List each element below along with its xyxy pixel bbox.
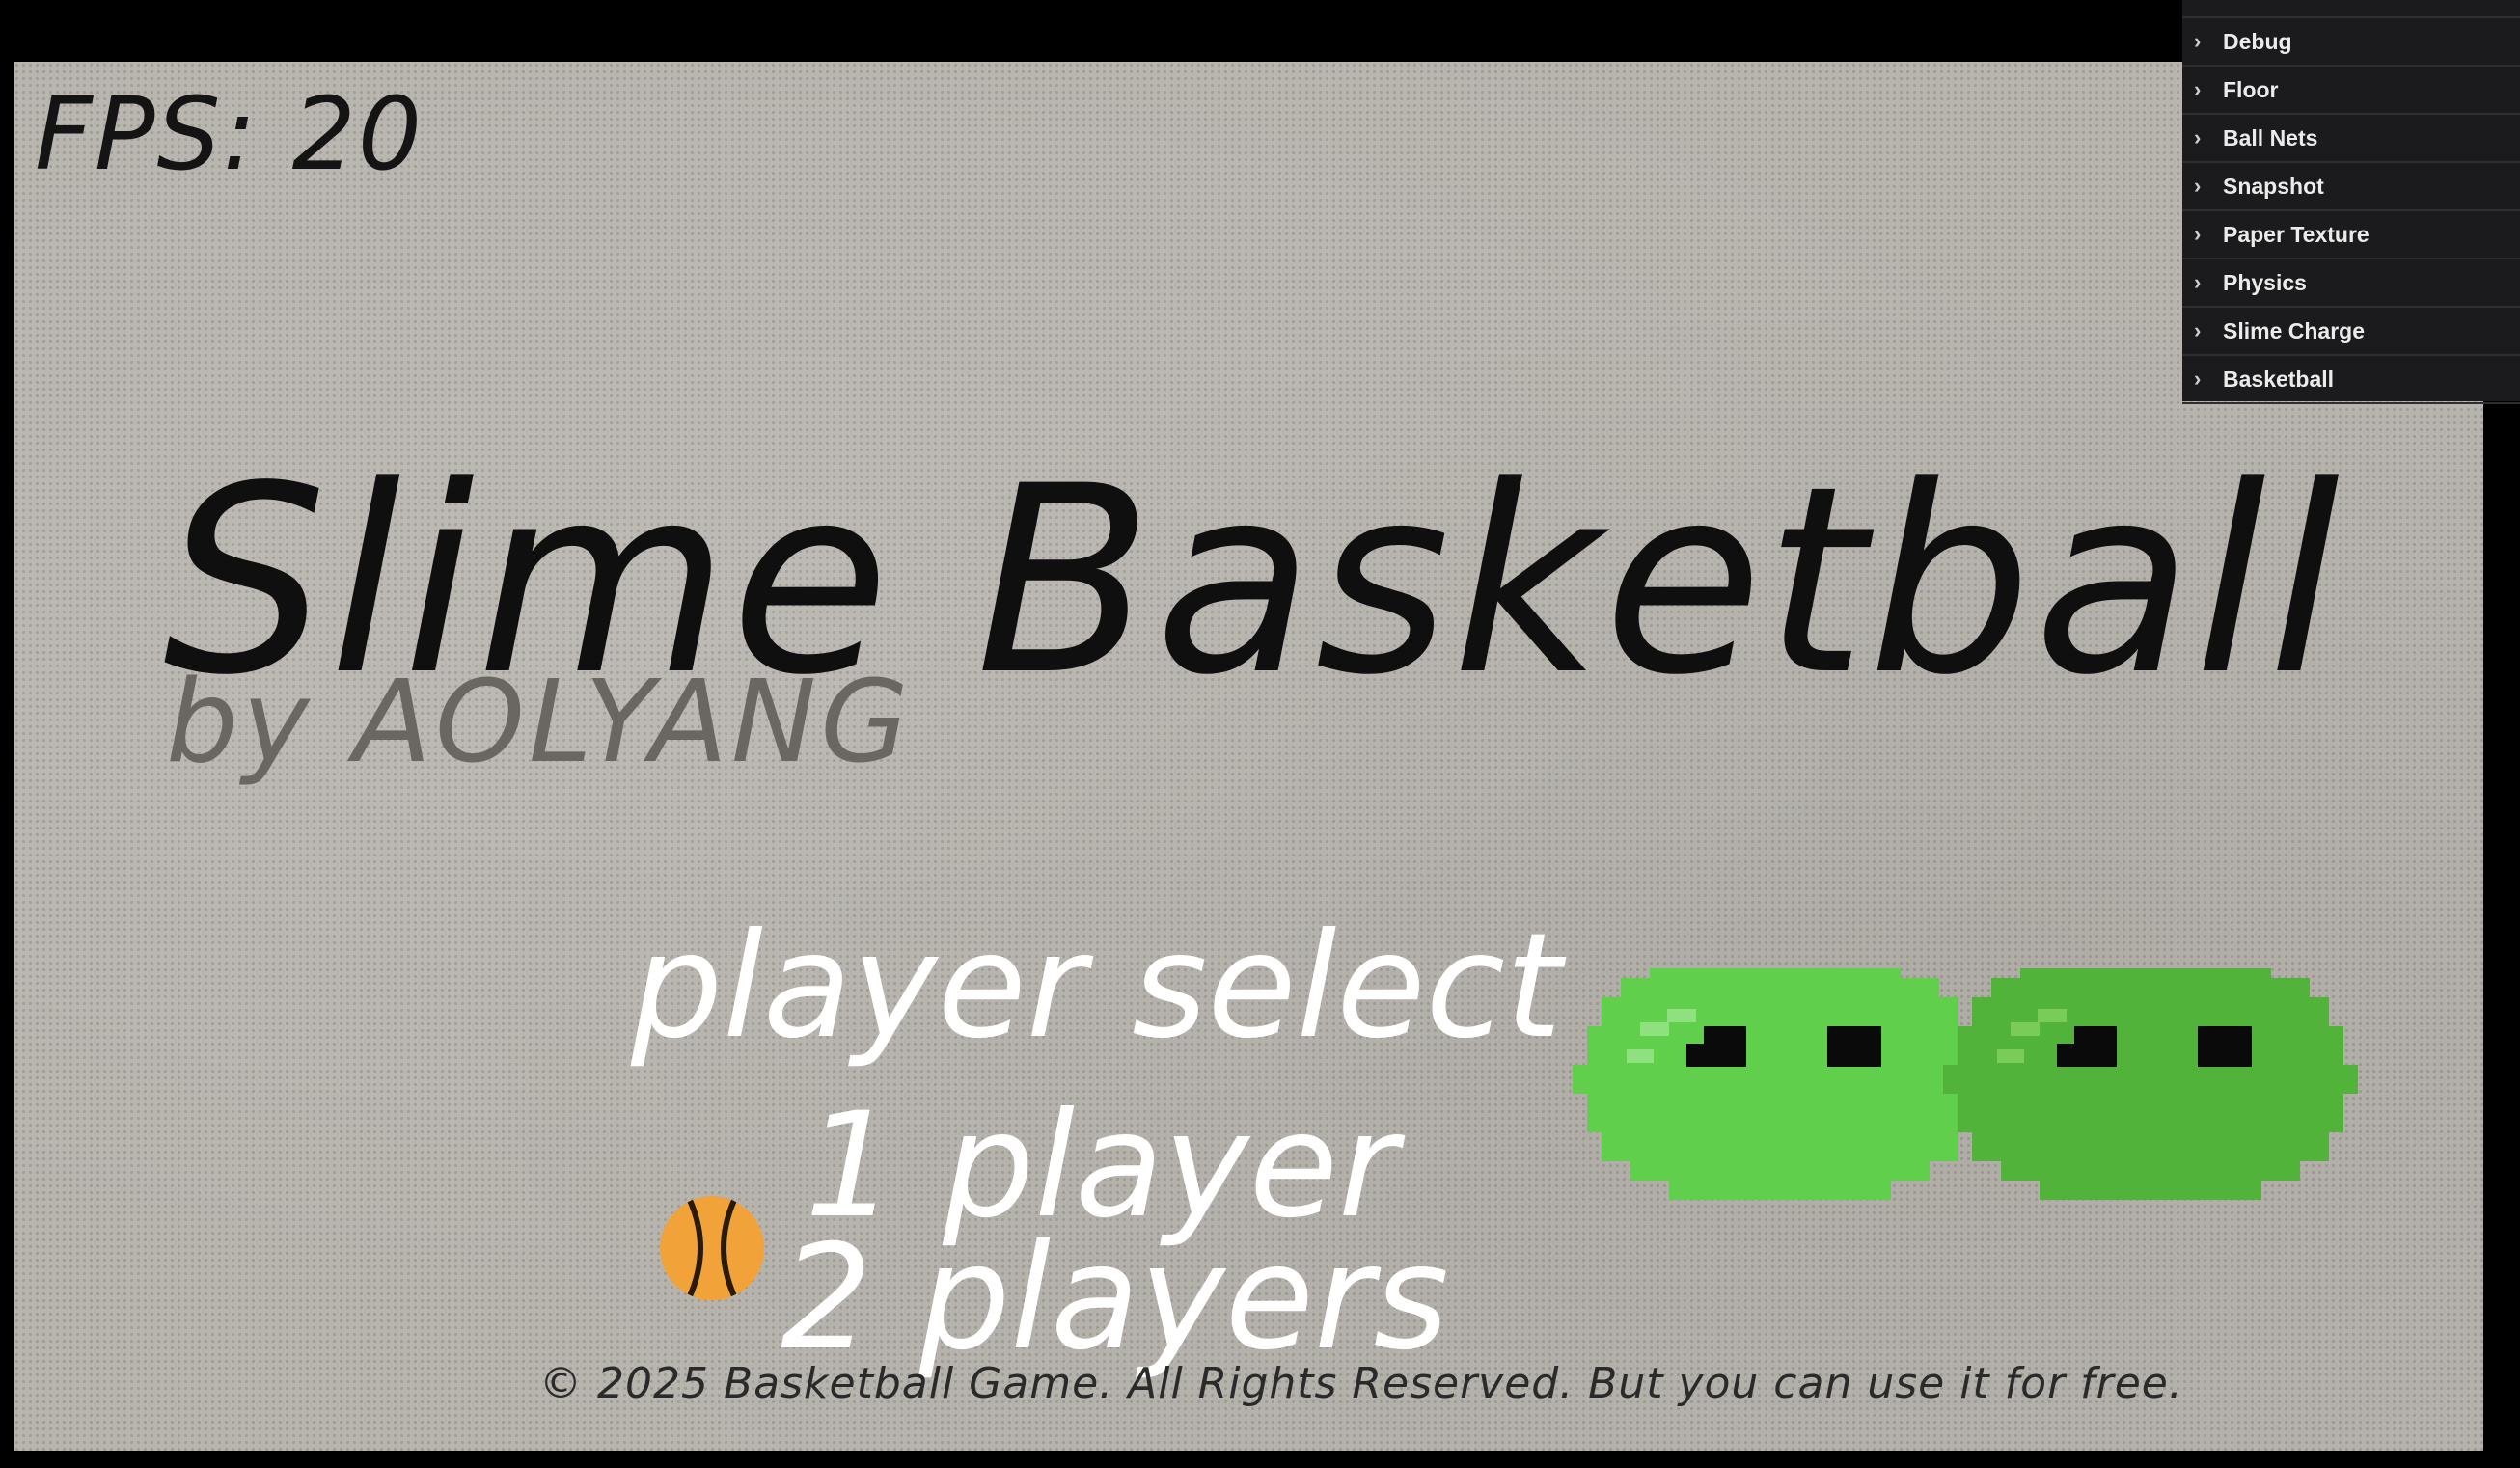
chevron-right-icon: › [2194,29,2202,53]
chevron-right-icon: › [2194,367,2202,391]
right-slime [1943,968,2358,1200]
chevron-right-icon: › [2194,125,2202,150]
chevron-right-icon: › [2194,318,2202,342]
folder-slime-charge[interactable]: › Slime Charge [2182,308,2520,356]
folder-snapshot[interactable]: › Snapshot [2182,163,2520,211]
folder-label: Snapshot [2223,173,2324,199]
copyright-footer: © 2025 Basketball Game. All Rights Reser… [539,1359,2183,1408]
folder-ball-nets[interactable]: › Ball Nets [2182,115,2520,163]
folder-label: Basketball [2223,366,2335,392]
chevron-right-icon: › [2194,174,2202,198]
folder-label: Physics [2223,269,2307,295]
panel-top-strip [2182,0,2520,18]
player-select-heading: player select [631,903,1562,1071]
debug-gui-panel: › Debug › Floor › Ball Nets › Snapshot ›… [2182,0,2520,404]
folder-label: Debug [2223,28,2292,54]
left-slime [1573,968,1987,1200]
chevron-right-icon: › [2194,77,2202,101]
game-canvas[interactable]: FPS: 20 Slime Basketball by AOLYANG play… [14,62,2483,1451]
folder-label: Paper Texture [2223,221,2369,247]
folder-floor[interactable]: › Floor [2182,67,2520,115]
folder-label: Ball Nets [2223,124,2318,150]
two-players-option[interactable]: 2 players [781,1214,1449,1382]
basketball-icon [660,1196,764,1300]
folder-label: Slime Charge [2223,317,2365,343]
folder-basketball[interactable]: › Basketball [2182,356,2520,404]
chevron-right-icon: › [2194,270,2202,294]
fps-counter: FPS: 20 [35,75,424,193]
folder-paper-texture[interactable]: › Paper Texture [2182,211,2520,259]
folder-physics[interactable]: › Physics [2182,259,2520,308]
chevron-right-icon: › [2194,222,2202,246]
folder-label: Floor [2223,76,2279,102]
author-byline: by AOLYANG [166,655,913,788]
folder-debug[interactable]: › Debug [2182,18,2520,67]
